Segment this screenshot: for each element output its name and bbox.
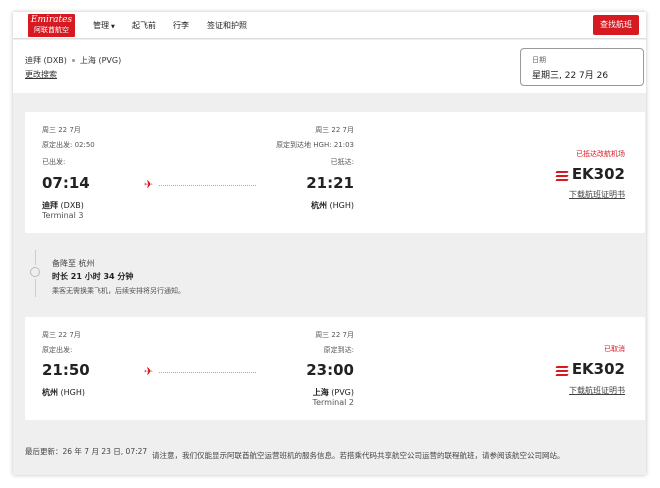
flight1-dep-city-name: 迪拜 (42, 201, 58, 210)
flight1-arr-status-label: 已抵达: (330, 158, 354, 166)
flight1-number: EK302 (555, 165, 625, 183)
emirates-logo[interactable]: Emirates 阿联酋航空 (28, 14, 75, 37)
date-field-label: 日期 (532, 56, 546, 64)
divert-destination: 备降至 杭州 (52, 259, 95, 268)
last-updated: 最后更新：26 年 7 月 23 日, 07:27 (25, 447, 148, 456)
flight1-certificate-link[interactable]: 下载航班证明书 (569, 189, 625, 200)
flight2-number-text: EK302 (571, 360, 625, 378)
route-line (159, 185, 256, 186)
flight1-arr-date: 周三 22 7月 (315, 126, 354, 134)
flight1-arr-code: (HGH) (329, 201, 354, 210)
flight1-arr-city: 杭州 (HGH) (311, 200, 354, 211)
flight2-arr-terminal: Terminal 2 (312, 398, 354, 407)
flight-card-2: 周三 22 7月 原定出发: 21:50 杭州 (HGH) ✈ 周三 22 7月… (25, 317, 645, 420)
flight2-dep-scheduled: 原定出发: (42, 346, 73, 354)
route-summary: 迪拜 (DXB) 上海 (PVG) (25, 55, 121, 66)
flight1-arr-city-name: 杭州 (310, 201, 327, 210)
route-origin: 迪拜 (DXB) (25, 56, 67, 65)
emirates-tail-icon (555, 365, 569, 376)
flight1-dep-city: 迪拜 (DXB) (42, 200, 84, 211)
chevron-down-icon: ▼ (111, 24, 115, 30)
timeline-line-top (35, 250, 36, 265)
divert-notice: 乘客无需换乘飞机，后续安排将另行通知。 (52, 287, 185, 295)
flight1-arr-scheduled: 原定到达地 HGH: 21:03 (276, 141, 354, 149)
date-field[interactable]: 日期 星期三, 22 7月 26 (520, 48, 644, 86)
flight2-status-badge: 已取消 (604, 345, 625, 353)
flight1-number-text: EK302 (571, 165, 625, 183)
top-header: Emirates 阿联酋航空 管理 ▼ 起飞前 行李 签证和护照 查找航班 (13, 12, 646, 39)
flight2-number: EK302 (555, 360, 625, 378)
flight-card-1: 周三 22 7月 原定出发: 02:50 已出发: 07:14 迪拜 (DXB)… (25, 112, 645, 233)
dot-separator-icon (71, 59, 75, 62)
nav-manage[interactable]: 管理 ▼ (93, 20, 115, 31)
logo-text-en: Emirates (30, 15, 73, 25)
flight1-dep-terminal: Terminal 3 (42, 211, 84, 220)
flight1-dep-code: (DXB) (60, 201, 84, 210)
flight2-arr-code: (PVG) (331, 388, 354, 397)
change-search-link[interactable]: 更改搜索 (25, 69, 57, 80)
airplane-icon: ✈ (144, 365, 154, 378)
emirates-tail-icon (555, 170, 569, 181)
app-window: Emirates 阿联酋航空 管理 ▼ 起飞前 行李 签证和护照 查找航班 迪拜 … (13, 12, 646, 475)
route-destination: 上海 (PVG) (79, 56, 122, 65)
date-field-value: 星期三, 22 7月 26 (532, 71, 609, 81)
flight1-dep-time: 07:14 (42, 174, 90, 192)
flight2-arr-date: 周三 22 7月 (315, 331, 354, 339)
flight1-dep-date: 周三 22 7月 (42, 126, 81, 134)
flight1-status-badge: 已抵达改航机场 (576, 150, 625, 158)
flight1-arr-time: 21:21 (306, 174, 354, 192)
flight2-dep-city-name: 杭州 (42, 388, 58, 397)
route-line (159, 372, 256, 373)
flight2-dep-time: 21:50 (42, 361, 90, 379)
flight1-dep-status-label: 已出发: (42, 158, 66, 166)
flight2-arr-scheduled: 原定到达: (323, 346, 354, 354)
flight2-dep-date: 周三 22 7月 (42, 331, 81, 339)
flight2-certificate-link[interactable]: 下载航班证明书 (569, 385, 625, 396)
footer-notice: 请注意，我们仅能显示阿联酋航空运营班机的服务信息。若搭乘代码共享航空公司运营的联… (152, 451, 565, 460)
flight2-arr-city-name: 上海 (312, 388, 329, 397)
airplane-icon: ✈ (144, 178, 154, 191)
flight2-arr-city: 上海 (PVG) (313, 387, 354, 398)
timeline-line-bottom (35, 279, 36, 297)
nav-baggage[interactable]: 行李 (173, 20, 189, 31)
route-summary-bar: 迪拜 (DXB) 上海 (PVG) 更改搜索 日期 星期三, 22 7月 26 (13, 40, 646, 93)
divert-icon (30, 267, 40, 277)
nav-visa-passport[interactable]: 签证和护照 (207, 20, 247, 31)
nav-manage-label: 管理 (93, 21, 109, 30)
find-flight-button[interactable]: 查找航班 (593, 15, 639, 35)
flight2-dep-code: (HGH) (60, 388, 86, 397)
divert-duration: 时长 21 小时 34 分钟 (52, 272, 134, 281)
flight2-dep-city: 杭州 (HGH) (42, 387, 85, 398)
flight1-dep-scheduled: 原定出发: 02:50 (42, 141, 95, 149)
nav-before-flight[interactable]: 起飞前 (132, 20, 156, 31)
flight2-arr-time: 23:00 (306, 361, 354, 379)
logo-text-cn: 阿联酋航空 (34, 26, 69, 34)
